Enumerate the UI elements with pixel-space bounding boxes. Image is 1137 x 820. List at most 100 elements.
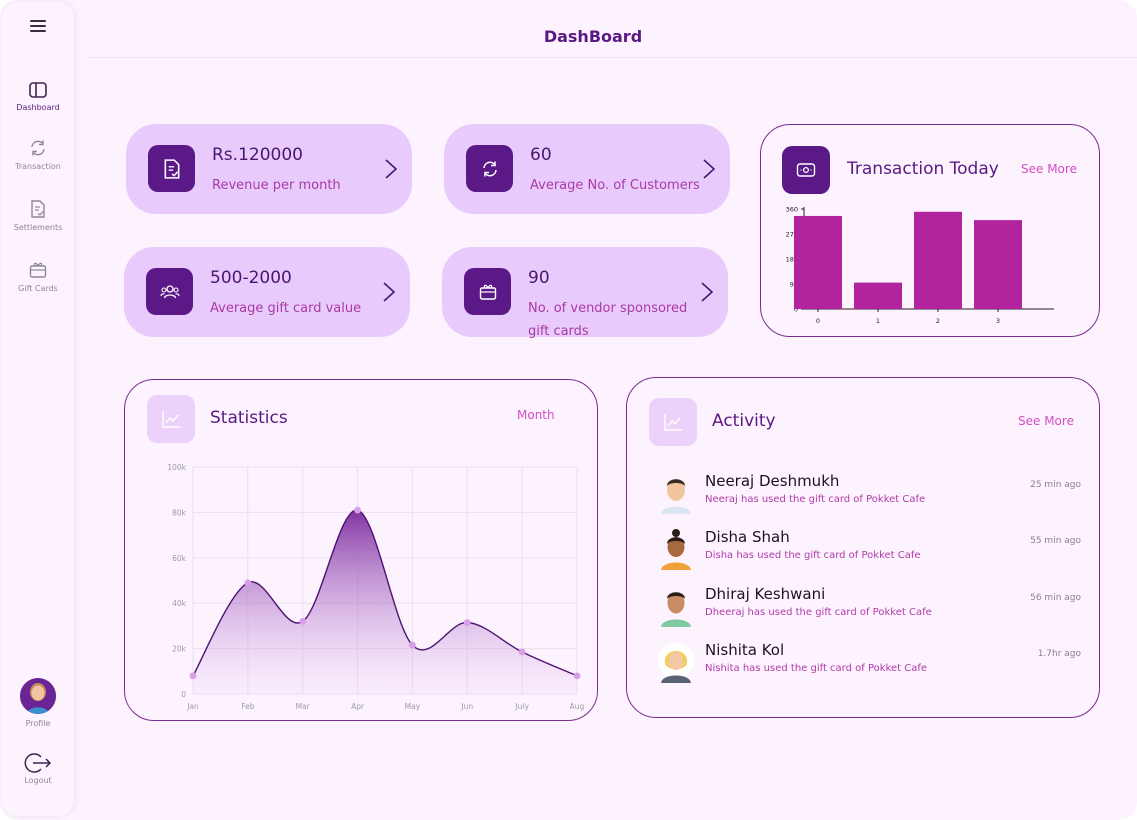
x-tick-label: 0 (816, 317, 820, 325)
x-tick-label: 2 (936, 317, 940, 325)
logout-button[interactable]: Logout (2, 752, 74, 785)
kpi-label-line1: No. of vendor sponsored (528, 301, 688, 316)
bar (914, 211, 962, 309)
activity-name: Disha Shah (705, 528, 790, 546)
x-tick-label: 1 (876, 317, 880, 325)
page-title: DashBoard (543, 27, 643, 46)
profile-label: Profile (25, 719, 51, 728)
activity-item[interactable]: Nishita Kol Nishita has used the gift ca… (657, 641, 1081, 685)
see-more-link[interactable]: See More (1018, 414, 1074, 428)
activity-desc: Dheeraj has used the gift card of Pokket… (705, 607, 932, 618)
dashboard-icon (29, 82, 47, 98)
x-tick-label: 3 (996, 317, 1000, 325)
sidebar-item-label: Settlements (13, 223, 63, 232)
data-point (354, 506, 361, 514)
kpi-value: 60 (530, 145, 552, 165)
chevron-right-icon (703, 159, 716, 179)
data-point (463, 619, 471, 626)
x-tick-label: Jun (460, 702, 473, 711)
sidebar-item-transaction[interactable]: Transaction (2, 139, 74, 171)
activity-item[interactable]: Dhiraj Keshwani Dheeraj has used the gif… (657, 585, 1081, 629)
chevron-right-icon (385, 159, 398, 179)
activity-name: Nishita Kol (705, 641, 785, 659)
avatar (661, 592, 691, 627)
activity-desc: Disha has used the gift card of Pokket C… (705, 550, 921, 561)
y-tick-label: 360 (786, 206, 798, 214)
header-divider (88, 57, 1137, 58)
activity-item[interactable]: Neeraj Deshmukh Neeraj has used the gift… (657, 472, 1081, 516)
activity-time: 1.7hr ago (1037, 649, 1081, 659)
panel-title: Activity (712, 411, 776, 431)
chart-line-icon (649, 398, 697, 446)
document-check-icon (148, 145, 195, 192)
app-window: Dashboard Transaction Settlements Gift C… (0, 0, 1137, 820)
kpi-card-vendor-gift-cards[interactable]: 90 No. of vendor sponsored gift cards (442, 247, 728, 339)
refresh-icon (31, 140, 45, 156)
logout-icon (24, 753, 52, 773)
kpi-label: Average No. of Customers (530, 178, 700, 193)
kpi-card-customers[interactable]: 60 Average No. of Customers (444, 124, 730, 214)
document-check-icon (31, 200, 45, 218)
logout-label: Logout (24, 776, 52, 785)
gift-icon (29, 262, 47, 278)
kpi-label: Revenue per month (212, 178, 341, 193)
sidebar-item-settlements[interactable]: Settlements (2, 200, 74, 232)
y-tick-label: 60k (172, 554, 187, 563)
bar (974, 220, 1022, 309)
statistics-area-chart: 0 20k 40k 60k 80k 100k Jan Feb Mar Apr May Jun July A… (167, 463, 585, 711)
transaction-bar-chart: 0901802703600 1 2 3 (786, 206, 1054, 325)
data-point (573, 672, 581, 680)
y-tick-label: 100k (167, 463, 186, 472)
activity-desc: Neeraj has used the gift card of Pokket … (705, 494, 926, 505)
x-tick-label: Mar (296, 702, 311, 711)
data-point (409, 641, 416, 649)
sidebar-item-dashboard[interactable]: Dashboard (2, 82, 74, 112)
x-tick-label: Aug (570, 702, 585, 711)
bar (794, 215, 842, 309)
kpi-value: 500-2000 (210, 268, 292, 288)
kpi-label: No. of vendor sponsored gift cards (528, 297, 687, 343)
kpi-label-line2: gift cards (528, 324, 589, 339)
avatar (20, 678, 56, 714)
x-tick-label: Feb (241, 702, 255, 711)
kpi-card-revenue[interactable]: Rs.120000 Revenue per month (126, 124, 412, 214)
activity-time: 55 min ago (1030, 536, 1081, 546)
sidebar-item-label: Dashboard (16, 103, 60, 112)
bar (854, 282, 902, 309)
x-tick-label: July (514, 702, 529, 711)
data-point (189, 672, 197, 680)
see-more-link[interactable]: See More (1021, 162, 1077, 176)
chevron-right-icon (383, 282, 396, 302)
sidebar-item-gift-cards[interactable]: Gift Cards (2, 261, 74, 293)
kpi-card-gift-card-value[interactable]: 500-2000 Average gift card value (124, 247, 410, 337)
hamburger-menu-icon[interactable] (30, 19, 48, 33)
area-fill (193, 510, 577, 694)
panel-title: Transaction Today (847, 159, 999, 179)
gift-icon (464, 268, 511, 315)
y-tick-label: 20k (172, 645, 187, 654)
period-selector[interactable]: Month (517, 408, 555, 422)
avatar (658, 643, 694, 683)
activity-panel: Activity See More Neeraj Deshmukh Neeraj… (626, 377, 1100, 718)
data-point (299, 617, 307, 625)
users-icon (146, 268, 193, 315)
kpi-value: Rs.120000 (212, 145, 303, 165)
activity-name: Neeraj Deshmukh (705, 472, 840, 490)
x-tick-label: Apr (351, 702, 365, 711)
statistics-panel: Statistics Month 0 20k 40k 60k 80k 100k Jan Feb… (124, 379, 598, 721)
kpi-value: 90 (528, 268, 550, 288)
chart-line-icon (147, 395, 195, 443)
activity-item[interactable]: Disha Shah Disha has used the gift card … (657, 528, 1081, 572)
avatar (661, 479, 691, 514)
data-point (518, 648, 526, 656)
panel-title: Statistics (210, 408, 288, 428)
refresh-icon (466, 145, 513, 192)
sidebar: Dashboard Transaction Settlements Gift C… (2, 2, 74, 816)
sidebar-item-label: Transaction (15, 162, 61, 171)
x-tick-label: Jan (186, 702, 199, 711)
chevron-right-icon (701, 282, 714, 302)
transaction-today-panel: Transaction Today See More 0 90 180 270 360 0… (760, 124, 1100, 337)
profile-button[interactable]: Profile (2, 678, 74, 728)
y-tick-label: 0 (181, 690, 186, 699)
activity-time: 25 min ago (1030, 480, 1081, 490)
